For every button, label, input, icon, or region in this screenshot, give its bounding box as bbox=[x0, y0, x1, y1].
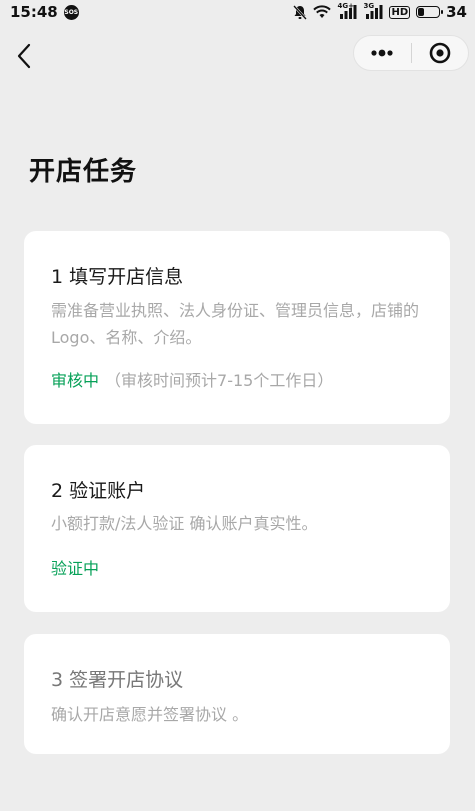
chevron-left-icon bbox=[17, 43, 31, 69]
more-dots-icon bbox=[371, 49, 393, 57]
status-label: 验证中 bbox=[51, 559, 100, 578]
nav-bar bbox=[0, 24, 475, 88]
more-button[interactable] bbox=[354, 36, 411, 70]
close-button[interactable] bbox=[411, 36, 468, 70]
task-description: 小额打款/法人验证 确认账户真实性。 bbox=[51, 514, 318, 533]
mute-bell-icon bbox=[293, 4, 308, 20]
task-card-verify-account[interactable]: 2 验证账户 小额打款/法人验证 确认账户真实性。 验证中 bbox=[24, 445, 450, 612]
task-status: 审核中 （审核时间预计7-15个工作日） bbox=[51, 369, 333, 393]
status-label: 审核中 bbox=[51, 371, 100, 390]
battery-level: 34 bbox=[446, 3, 467, 21]
status-bar: 15:48 SOS 4G+ 3G HD 34 bbox=[0, 0, 475, 24]
page-title: 开店任务 bbox=[29, 157, 138, 187]
task-status: 验证中 bbox=[51, 557, 99, 581]
status-hint: （审核时间预计7-15个工作日） bbox=[105, 371, 334, 390]
target-close-icon bbox=[429, 42, 451, 64]
sos-icon: SOS bbox=[63, 4, 79, 20]
status-right: 4G+ 3G HD 34 bbox=[293, 3, 467, 21]
task-title: 2 验证账户 bbox=[51, 480, 146, 502]
task-card-sign-agreement[interactable]: 3 签署开店协议 确认开店意愿并签署协议 。 bbox=[24, 634, 450, 754]
task-card-fill-store-info[interactable]: 1 填写开店信息 需准备营业执照、法人身份证、管理员信息，店铺的Logo、名称、… bbox=[24, 231, 450, 424]
task-title: 1 填写开店信息 bbox=[51, 266, 184, 288]
hd-icon: HD bbox=[389, 5, 411, 19]
back-button[interactable] bbox=[10, 40, 38, 72]
status-left: 15:48 SOS bbox=[10, 3, 79, 21]
battery-fill bbox=[418, 8, 425, 16]
task-description: 确认开店意愿并签署协议 。 bbox=[51, 705, 249, 724]
mini-program-capsule bbox=[353, 35, 469, 71]
battery-icon bbox=[416, 6, 444, 18]
task-description: 需准备营业执照、法人身份证、管理员信息，店铺的Logo、名称、介绍。 bbox=[51, 301, 420, 347]
status-time: 15:48 bbox=[10, 3, 58, 21]
signal-4g-icon: 4G+ bbox=[337, 3, 357, 19]
signal-3g-icon: 3G bbox=[363, 3, 383, 19]
task-title: 3 签署开店协议 bbox=[51, 669, 184, 691]
wifi-icon bbox=[313, 5, 332, 19]
